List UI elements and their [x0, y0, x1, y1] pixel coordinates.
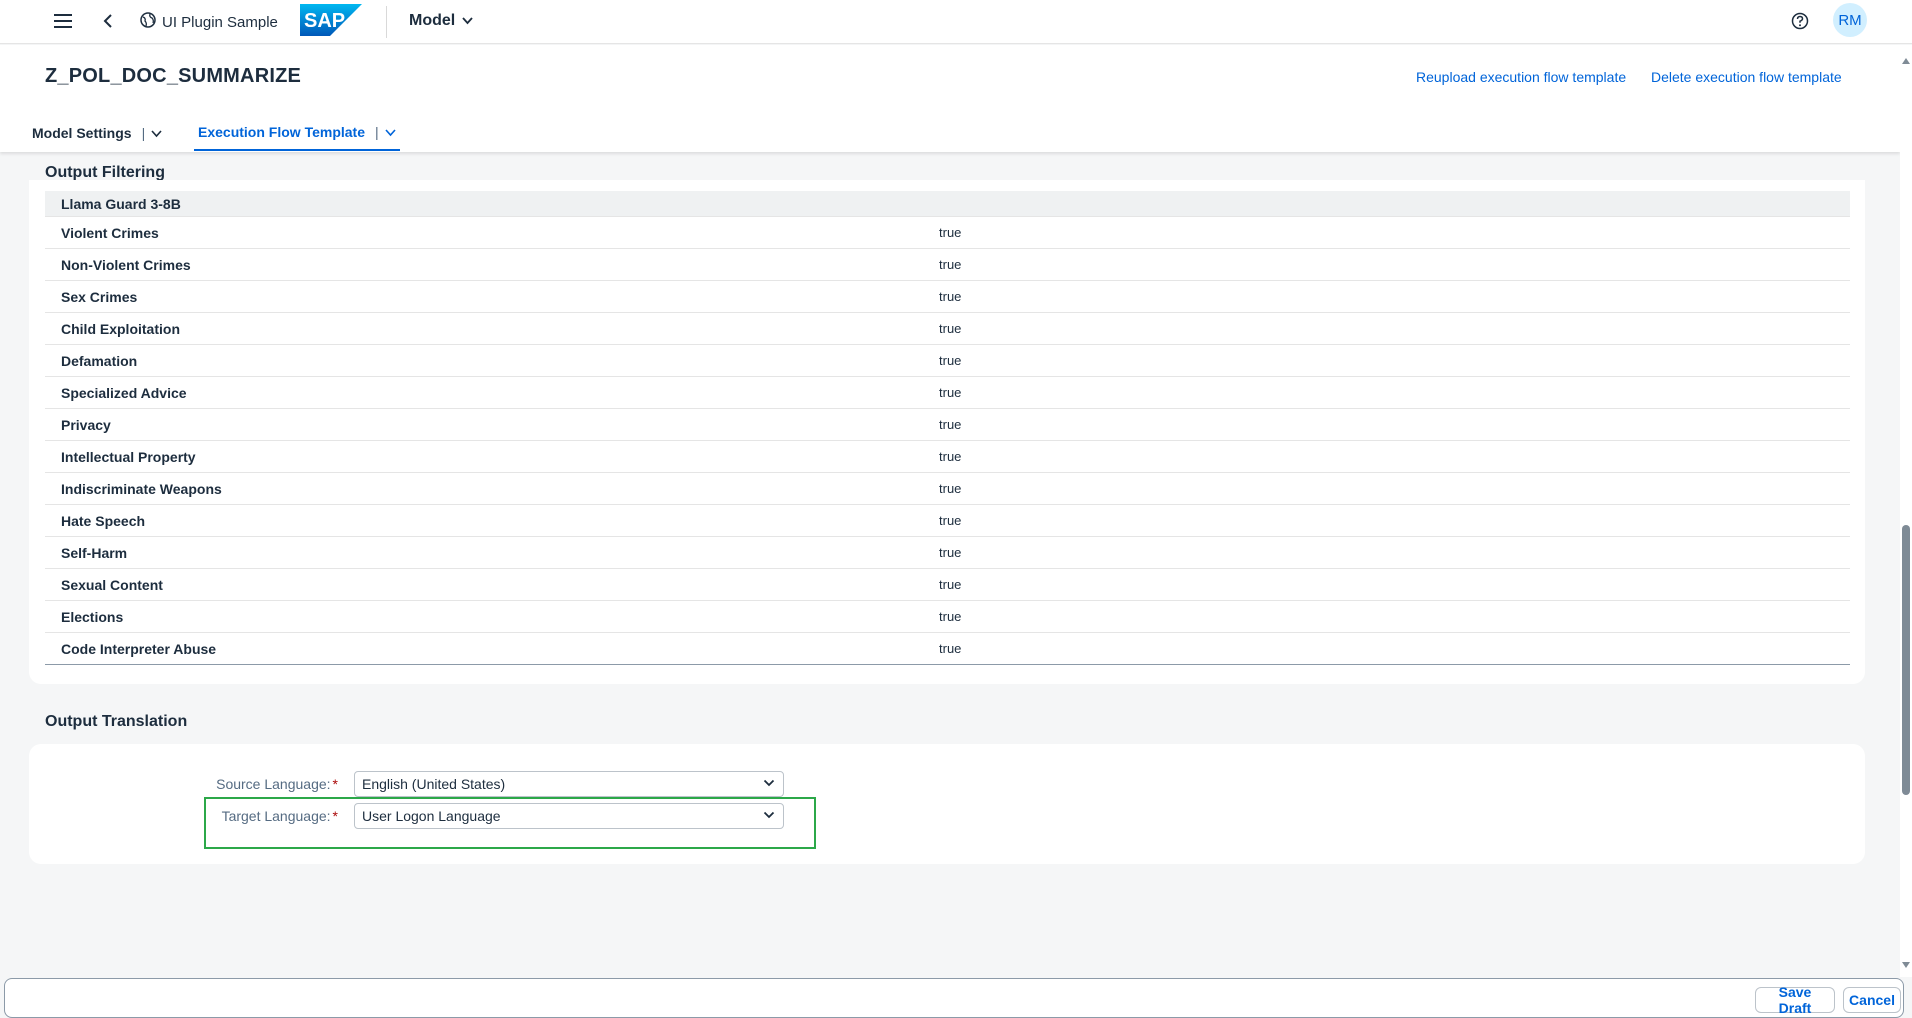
tab-model-settings-label: Model Settings [32, 125, 132, 141]
row-name: Code Interpreter Abuse [61, 640, 217, 657]
model-menu-button[interactable]: Model [409, 8, 473, 34]
output-filtering-table: Llama Guard 3-8B Violent Crimes true Non-… [45, 191, 1850, 665]
table-row: Indiscriminate Weapons true [45, 473, 1850, 505]
row-name: Specialized Advice [61, 384, 187, 401]
table-row: Self-Harm true [45, 537, 1850, 569]
row-value: true [939, 385, 962, 400]
shell-bar: UI Plugin Sample SAP Model RM [0, 0, 1912, 44]
hamburger-menu-icon[interactable] [48, 8, 78, 34]
row-name: Privacy [61, 416, 111, 433]
row-name: Child Exploitation [61, 320, 180, 337]
row-value: true [939, 289, 962, 304]
row-name: Violent Crimes [61, 224, 159, 241]
object-header: Z_POL_DOC_SUMMARIZE Reupload execution f… [0, 45, 1900, 152]
table-row: Code Interpreter Abuse true [45, 633, 1850, 665]
table-row: Defamation true [45, 345, 1850, 377]
row-name: Sexual Content [61, 576, 163, 593]
row-value: true [939, 577, 962, 592]
back-arrow-icon[interactable] [94, 8, 122, 34]
shell-divider [386, 6, 387, 38]
row-value: true [939, 257, 962, 272]
table-row: Violent Crimes true [45, 217, 1850, 249]
delete-template-link[interactable]: Delete execution flow template [1651, 69, 1842, 85]
table-row: Intellectual Property true [45, 441, 1850, 473]
chevron-down-icon[interactable] [151, 125, 162, 141]
table-row: Sexual Content true [45, 569, 1850, 601]
row-name: Non-Violent Crimes [61, 256, 191, 273]
chevron-down-icon [462, 12, 473, 30]
scrollbar-thumb[interactable] [1902, 525, 1910, 795]
row-name: Hate Speech [61, 512, 146, 529]
row-name: Elections [61, 608, 124, 625]
row-value: true [939, 641, 962, 656]
source-language-label-text: Source Language: [216, 776, 331, 792]
sap-logo-text: SAP [304, 10, 345, 32]
table-row: Child Exploitation true [45, 313, 1850, 345]
save-draft-button[interactable]: Save Draft [1755, 984, 1835, 1016]
row-name: Intellectual Property [61, 448, 196, 465]
row-name: Self-Harm [61, 544, 128, 561]
sap-logo[interactable]: SAP [300, 4, 362, 36]
vertical-scrollbar[interactable] [1900, 45, 1912, 977]
tab-separator: | [375, 124, 379, 140]
row-value: true [939, 449, 962, 464]
table-row: Sex Crimes true [45, 281, 1850, 313]
scroll-up-icon[interactable] [1902, 51, 1910, 69]
row-value: true [939, 513, 962, 528]
app-title-label: UI Plugin Sample [162, 13, 278, 31]
row-value: true [939, 545, 962, 560]
row-value: true [939, 225, 962, 240]
globe-icon [140, 12, 156, 32]
row-name: Indiscriminate Weapons [61, 480, 222, 497]
row-value: true [939, 609, 962, 624]
reupload-template-link[interactable]: Reupload execution flow template [1416, 69, 1626, 85]
chevron-down-icon [763, 776, 775, 793]
source-language-label: Source Language: * [198, 776, 338, 792]
target-language-highlight [204, 797, 816, 849]
source-language-value: English (United States) [362, 776, 506, 792]
source-language-select[interactable]: English (United States) [354, 771, 784, 797]
row-value: true [939, 321, 962, 336]
model-menu-label: Model [409, 12, 456, 29]
output-translation-title: Output Translation [45, 713, 188, 730]
tab-execution-flow-template[interactable]: Execution Flow Template | [194, 115, 400, 151]
app-title[interactable]: UI Plugin Sample [140, 10, 278, 34]
table-row: Elections true [45, 601, 1850, 633]
footer-toolbar: Save Draft Cancel [4, 978, 1904, 1018]
table-row: Privacy true [45, 409, 1850, 441]
page-title: Z_POL_DOC_SUMMARIZE [45, 65, 302, 87]
chevron-down-icon[interactable] [385, 124, 396, 140]
tab-execution-flow-template-label: Execution Flow Template [198, 124, 365, 140]
table-group-header: Llama Guard 3-8B [45, 191, 1850, 217]
row-name: Defamation [61, 352, 138, 369]
row-value: true [939, 353, 962, 368]
row-value: true [939, 417, 962, 432]
scroll-down-icon[interactable] [1902, 955, 1910, 973]
tab-model-settings[interactable]: Model Settings | [32, 115, 162, 151]
cancel-button[interactable]: Cancel [1843, 987, 1901, 1013]
table-row: Hate Speech true [45, 505, 1850, 537]
row-name: Sex Crimes [61, 288, 138, 305]
table-row: Non-Violent Crimes true [45, 249, 1850, 281]
table-row: Specialized Advice true [45, 377, 1850, 409]
required-marker: * [332, 776, 338, 792]
tab-separator: | [141, 125, 146, 141]
row-value: true [939, 481, 962, 496]
help-icon[interactable] [1786, 8, 1814, 34]
avatar[interactable]: RM [1833, 3, 1867, 37]
